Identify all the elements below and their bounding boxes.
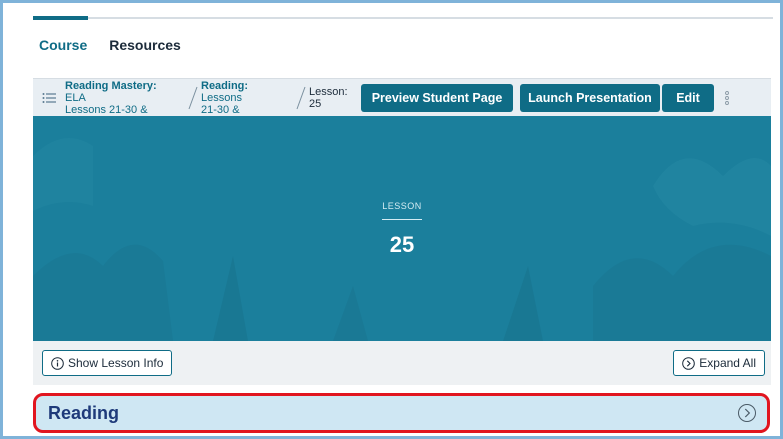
lesson-number: 25: [389, 232, 415, 257]
launch-presentation-button[interactable]: Launch Presentation: [520, 83, 660, 112]
breadcrumb-separator: [185, 84, 201, 112]
chevron-right-circle-icon: [682, 356, 696, 370]
expand-all-button[interactable]: Expand All: [673, 350, 765, 376]
show-lesson-info-button[interactable]: Show Lesson Info: [42, 350, 173, 376]
top-divider-active: [33, 16, 88, 20]
chevron-right-circle-icon[interactable]: [737, 403, 757, 423]
show-lesson-info-label: Show Lesson Info: [68, 356, 164, 370]
forest-background-image: [33, 116, 771, 341]
lesson-action-bar: Show Lesson Info Expand All: [33, 341, 771, 385]
info-circle-icon: [51, 356, 64, 370]
tab-course[interactable]: Course: [39, 37, 87, 53]
edit-button[interactable]: Edit: [662, 83, 714, 112]
breadcrumb-course[interactable]: Reading Mastery: ELA Lessons 21-30 &: [65, 80, 185, 116]
lesson-toolbar: Reading Mastery: ELA Lessons 21-30 & Rea…: [33, 78, 771, 116]
reading-section-header[interactable]: Reading: [33, 393, 770, 433]
app-frame: Course Resources Reading Mastery: ELA Le…: [0, 0, 783, 439]
expand-all-label: Expand All: [699, 356, 756, 370]
top-divider: [33, 17, 773, 19]
hero-divider: [382, 219, 422, 220]
lesson-hero-banner: LESSON 25: [33, 116, 771, 341]
vertical-dots-icon[interactable]: [714, 90, 740, 105]
section-title: Reading: [48, 402, 120, 423]
breadcrumb-unit[interactable]: Reading: Lessons 21-30 &: [201, 80, 293, 116]
tab-bar: Course Resources: [39, 37, 181, 53]
preview-student-page-button[interactable]: Preview Student Page: [361, 83, 513, 112]
tab-resources[interactable]: Resources: [109, 37, 181, 53]
lesson-eyebrow: LESSON: [382, 201, 422, 211]
breadcrumb-separator: [293, 84, 309, 112]
breadcrumb-lesson: Lesson: 25: [309, 85, 348, 110]
list-icon[interactable]: [33, 92, 65, 104]
